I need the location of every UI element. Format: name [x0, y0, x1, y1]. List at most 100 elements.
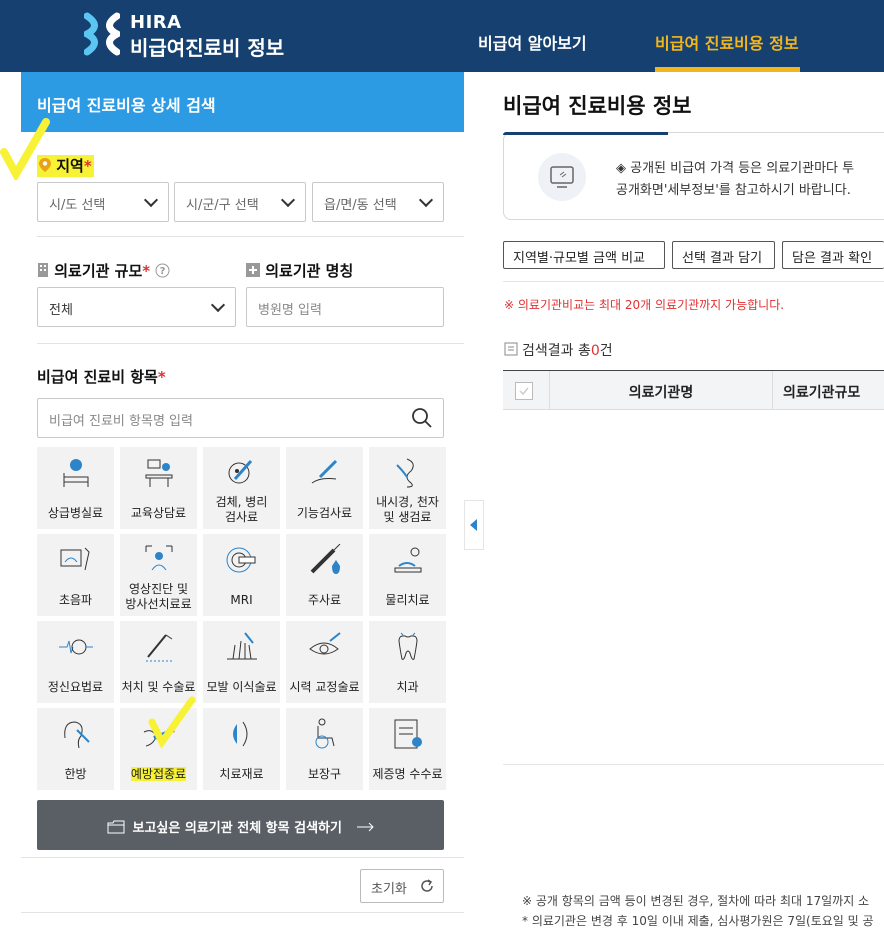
hospital-icon — [246, 263, 260, 277]
notice-accent-bar — [503, 132, 668, 135]
annotation-check-mark — [148, 696, 196, 748]
category-tile-pathology[interactable]: 검체, 병리 검사료 — [203, 447, 280, 529]
category-tile-endoscopy[interactable]: 내시경, 천자 및 생검료 — [369, 447, 446, 529]
counseling-icon — [145, 459, 173, 487]
category-tile-physical-therapy[interactable]: 물리치료 — [369, 534, 446, 616]
divider — [503, 764, 884, 765]
endoscope-icon — [396, 458, 414, 488]
divider — [37, 343, 464, 344]
category-label: MRI — [230, 593, 253, 607]
nav-noncovered-intro[interactable]: 비급여 알아보기 — [478, 30, 587, 54]
category-tile-assistive-devices[interactable]: 보장구 — [286, 708, 363, 790]
notice-text-line2: 공개화면'세부정보'를 참고하시기 바랍니다. — [616, 183, 851, 198]
item-label: 비급여 진료비 항목* — [37, 366, 166, 387]
divider — [37, 236, 464, 237]
hair-transplant-icon — [227, 632, 257, 660]
microscope-icon — [228, 460, 253, 484]
region-label-text: 지역 — [56, 157, 84, 175]
category-tile-oriental-medicine[interactable]: 한방 — [37, 708, 114, 790]
chevron-down-icon — [143, 192, 159, 208]
refresh-icon — [421, 879, 433, 892]
category-tile-ward[interactable]: 상급병실료 — [37, 447, 114, 529]
full-item-search-button[interactable]: 보고싶은 의료기관 전체 항목 검색하기 — [37, 800, 444, 850]
function-test-icon — [311, 459, 338, 484]
result-count-suffix: 건 — [599, 343, 613, 359]
tooth-icon — [398, 632, 418, 660]
reset-button[interactable]: 초기화 — [360, 869, 444, 903]
annotation-check-mark — [0, 118, 50, 180]
monitor-icon — [538, 153, 586, 201]
category-tile-radiology[interactable]: 영상진단 및 방사선치료료 — [120, 534, 197, 616]
category-tile-ultrasound[interactable]: 초음파 — [37, 534, 114, 616]
question-circle-icon[interactable]: ? — [155, 263, 170, 278]
town-select[interactable]: 읍/면/동 선택 — [312, 182, 444, 222]
chevron-down-icon — [418, 192, 434, 208]
region-required-mark: * — [83, 157, 92, 175]
category-tile-mri[interactable]: MRI — [203, 534, 280, 616]
notice-box: ◈ 공개된 비급여 가격 등은 의료기관마다 투 공개화면'세부정보'를 참고하… — [503, 132, 884, 220]
institution-size-label-text: 의료기관 규모 — [54, 262, 143, 280]
results-table-header: 의료기관명 의료기관규모 — [503, 370, 884, 410]
institution-size-value: 전체 — [49, 303, 73, 318]
top-header: HIRA 비급여진료비 정보 비급여 알아보기 비급여 진료비용 정보 — [0, 0, 884, 72]
full-item-search-label: 보고싶은 의료기관 전체 항목 검색하기 — [132, 821, 342, 836]
logo-text-hira: HIRA — [130, 12, 182, 33]
select-all-checkbox[interactable] — [515, 382, 533, 400]
panel-collapse-toggle[interactable] — [464, 500, 484, 550]
institution-name-label: 의료기관 명칭 — [246, 260, 353, 281]
item-search-input[interactable]: 비급여 진료비 항목명 입력 — [37, 398, 444, 438]
hira-logo-icon — [84, 12, 120, 56]
category-tile-counseling[interactable]: 교육상담료 — [120, 447, 197, 529]
column-institution-name[interactable]: 의료기관명 — [549, 371, 773, 409]
nav-noncovered-cost-info[interactable]: 비급여 진료비용 정보 — [655, 30, 799, 54]
institution-name-label-text: 의료기관 명칭 — [265, 262, 354, 280]
city-select-value: 시/군/구 선택 — [186, 198, 259, 213]
category-tile-certificate-fee[interactable]: 제증명 수수료 — [369, 708, 446, 790]
institution-size-select[interactable]: 전체 — [37, 287, 236, 327]
category-label: 예방접종료 — [120, 767, 197, 782]
chevron-down-icon — [280, 192, 296, 208]
category-tile-dental[interactable]: 치과 — [369, 621, 446, 703]
region-size-compare-button[interactable]: 지역별·규모별 금액 비교 — [503, 241, 665, 269]
category-tile-function-test[interactable]: 기능검사료 — [286, 447, 363, 529]
category-tile-injection[interactable]: 주사료 — [286, 534, 363, 616]
view-saved-button[interactable]: 담은 결과 확인 — [782, 241, 884, 269]
folder-icon — [107, 820, 124, 834]
province-select-value: 시/도 선택 — [49, 198, 106, 213]
category-tile-treatment-materials[interactable]: 치료재료 — [203, 708, 280, 790]
logo-text-subtitle: 비급여진료비 정보 — [130, 36, 285, 60]
category-label: 기능검사료 — [296, 506, 353, 520]
notice-text-line1: ◈ 공개된 비급여 가격 등은 의료기관마다 투 — [616, 161, 855, 176]
category-label: 정신요법료 — [47, 680, 104, 694]
city-select[interactable]: 시/군/구 선택 — [174, 182, 306, 222]
item-search-placeholder: 비급여 진료비 항목명 입력 — [49, 414, 193, 429]
result-count: 검색결과 총0건 — [504, 340, 613, 360]
footnote-line1: ※ 공개 항목의 금액 등이 변경된 경우, 절차에 따라 최대 17일까지 소 — [522, 894, 870, 908]
category-label: 모발 이식술료 — [206, 680, 277, 694]
category-tile-vision-correction[interactable]: 시력 교정술료 — [286, 621, 363, 703]
province-select[interactable]: 시/도 선택 — [37, 182, 169, 222]
result-count-prefix: 검색결과 총 — [522, 343, 591, 359]
category-label: 시력 교정술료 — [289, 680, 360, 694]
svg-text:?: ? — [160, 266, 166, 277]
vaccination-label-text: 예방접종료 — [130, 767, 187, 781]
category-tile-surgery[interactable]: 처치 및 수술료 — [120, 621, 197, 703]
column-institution-size[interactable]: 의료기관규모 — [783, 382, 860, 402]
category-label: 처치 및 수술료 — [121, 680, 196, 694]
institution-name-input[interactable]: 병원명 입력 — [246, 287, 444, 327]
category-label: 물리치료 — [385, 593, 430, 607]
category-tile-hair-transplant[interactable]: 모발 이식술료 — [203, 621, 280, 703]
size-required-mark: * — [142, 262, 151, 280]
category-label: 검체, 병리 검사료 — [215, 495, 268, 524]
add-selection-button[interactable]: 선택 결과 담기 — [672, 241, 775, 269]
footnote-line2: * 의료기관은 변경 후 10일 이내 제출, 심사평가원은 7일(토요일 및 … — [522, 914, 874, 928]
town-select-value: 읍/면/동 선택 — [324, 198, 397, 213]
divider — [503, 281, 884, 282]
hira-logo[interactable]: HIRA 비급여진료비 정보 — [84, 10, 344, 60]
institution-size-label: 의료기관 규모* ? — [37, 260, 170, 281]
category-tile-psychotherapy[interactable]: 정신요법료 — [37, 621, 114, 703]
physical-therapy-icon — [394, 547, 422, 573]
search-icon[interactable] — [411, 407, 433, 429]
check-icon — [519, 387, 529, 396]
divider — [21, 912, 464, 913]
